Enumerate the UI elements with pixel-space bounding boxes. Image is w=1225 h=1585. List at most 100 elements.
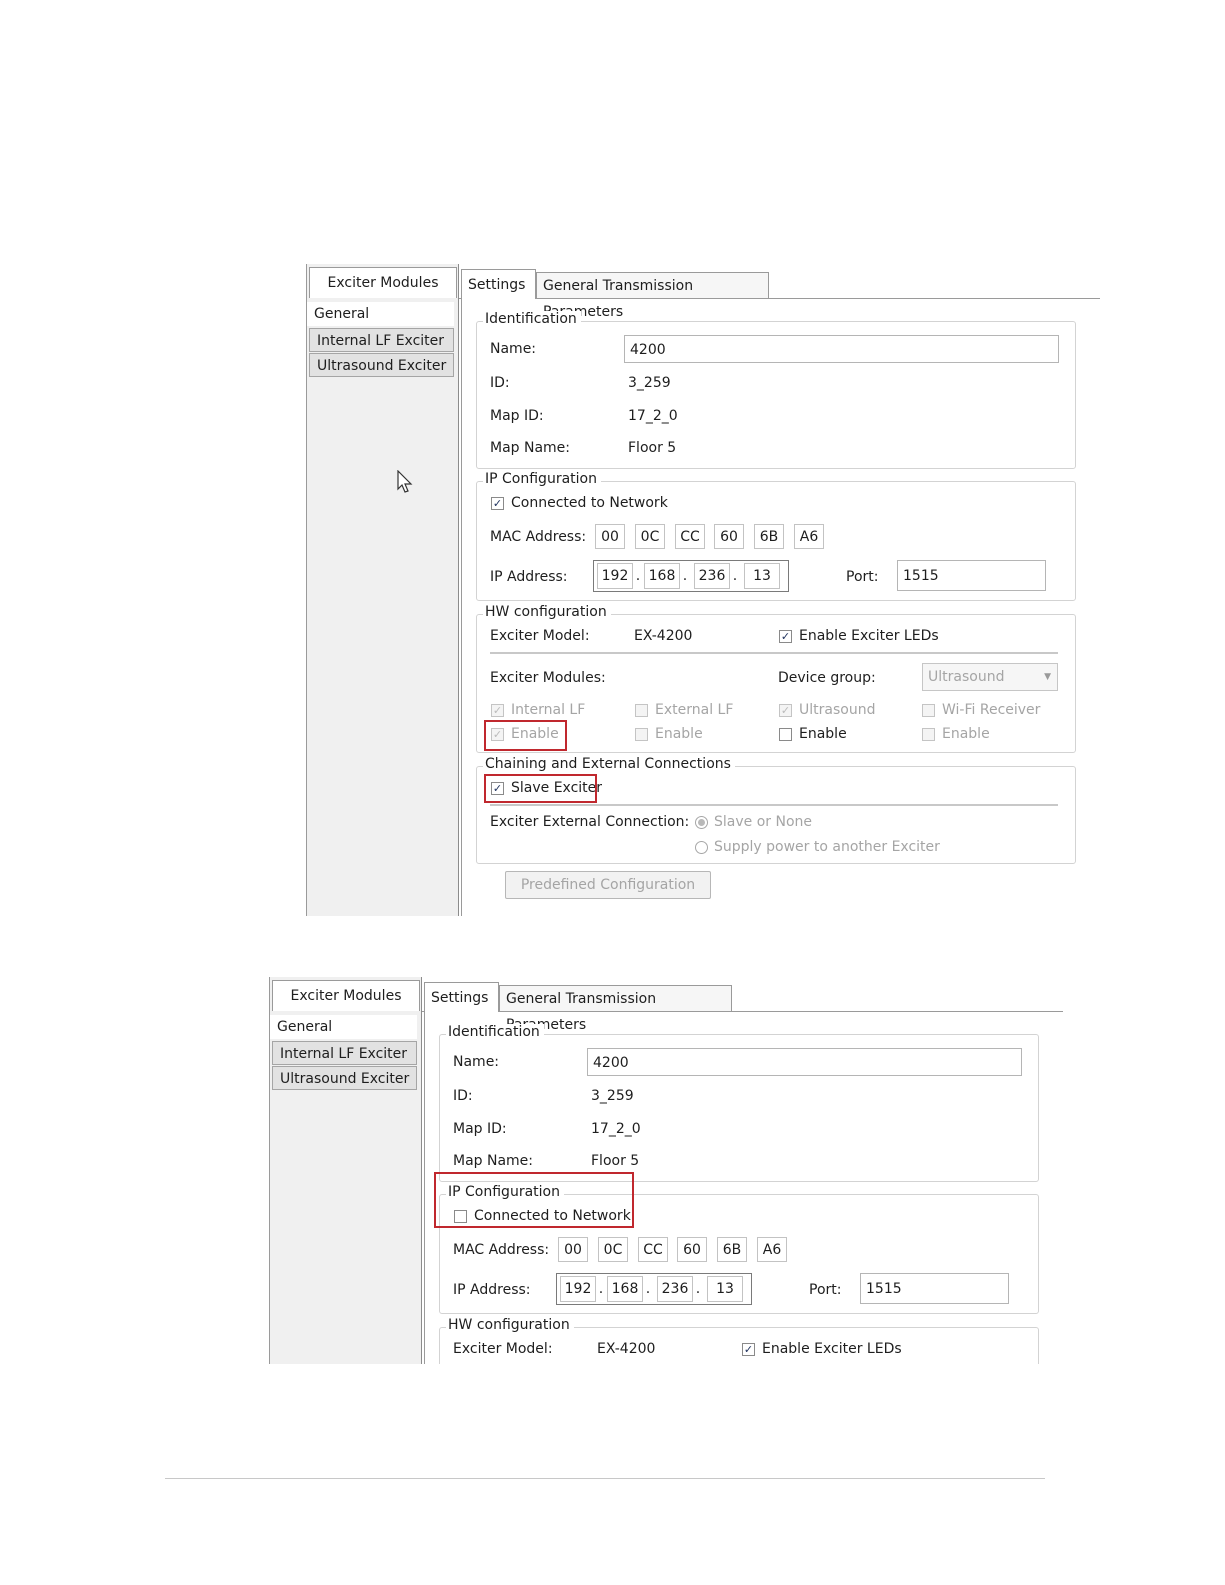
name-input[interactable]: 4200 bbox=[624, 335, 1059, 363]
supply-power-label: Supply power to another Exciter bbox=[714, 839, 940, 855]
settings-content: Identification Name: 4200 ID: 3_259 Map … bbox=[424, 1012, 1063, 1364]
mac-octet-1[interactable]: 00 bbox=[595, 524, 625, 549]
hw-configuration-group: HW configuration Exciter Model: EX-4200 … bbox=[476, 604, 1076, 753]
name-input[interactable]: 4200 bbox=[587, 1048, 1022, 1076]
enable-exciter-leds-checkbox[interactable]: ✓ bbox=[779, 630, 792, 643]
settings-panel: Settings General Transmission Parameters… bbox=[422, 977, 1063, 1364]
id-value: 3_259 bbox=[628, 375, 671, 391]
mac-octet-2[interactable]: 0C bbox=[598, 1237, 628, 1262]
ultrasound-checkbox[interactable]: ✓ bbox=[779, 704, 792, 717]
sidebar-item-internal-lf-exciter[interactable]: Internal LF Exciter bbox=[272, 1041, 417, 1065]
ip-address-label: IP Address: bbox=[490, 569, 568, 585]
settings-panel: Settings General Transmission Parameters… bbox=[459, 264, 1100, 916]
sidebar-item-internal-lf-exciter[interactable]: Internal LF Exciter bbox=[309, 328, 454, 352]
connected-to-network-checkbox[interactable]: ✓ bbox=[491, 497, 504, 510]
ip-octet-4[interactable]: 13 bbox=[744, 563, 780, 589]
tab-settings[interactable]: Settings bbox=[461, 269, 536, 299]
ip-octet-2[interactable]: 168 bbox=[644, 563, 680, 589]
mac-octet-4[interactable]: 60 bbox=[714, 524, 744, 549]
wifi-receiver-label: Wi-Fi Receiver bbox=[942, 702, 1041, 718]
internal-lf-checkbox[interactable]: ✓ bbox=[491, 704, 504, 717]
map-id-value: 17_2_0 bbox=[628, 408, 678, 424]
device-group-dropdown[interactable]: Ultrasound ▼ bbox=[922, 663, 1058, 691]
tab-general-transmission-parameters[interactable]: General Transmission Parameters bbox=[499, 985, 732, 1033]
wifi-receiver-checkbox[interactable] bbox=[922, 704, 935, 717]
settings-content: Identification Name: 4200 ID: 3_259 Map … bbox=[461, 299, 1100, 916]
port-label: Port: bbox=[846, 569, 879, 585]
mac-octet-6[interactable]: A6 bbox=[757, 1237, 787, 1262]
predefined-configuration-button[interactable]: Predefined Configuration bbox=[505, 871, 711, 899]
map-id-value: 17_2_0 bbox=[591, 1121, 641, 1137]
identification-group: Identification Name: 4200 ID: 3_259 Map … bbox=[476, 311, 1076, 469]
chaining-group: Chaining and External Connections ✓ Slav… bbox=[476, 756, 1076, 864]
enable-exciter-leds-label: Enable Exciter LEDs bbox=[762, 1341, 902, 1357]
highlight-box bbox=[484, 774, 597, 803]
mac-octet-1[interactable]: 00 bbox=[558, 1237, 588, 1262]
mac-octet-6[interactable]: A6 bbox=[794, 524, 824, 549]
mouse-pointer-icon bbox=[397, 470, 413, 493]
map-name-value: Floor 5 bbox=[591, 1153, 640, 1169]
mac-address-label: MAC Address: bbox=[453, 1242, 550, 1258]
enable-exciter-leds-label: Enable Exciter LEDs bbox=[799, 628, 939, 644]
exciter-modules-label: Exciter Modules: bbox=[490, 670, 606, 686]
external-lf-enable-label: Enable bbox=[655, 726, 703, 742]
exciter-modules-sidebar: Exciter Modules General Internal LF Exci… bbox=[306, 264, 459, 916]
external-lf-label: External LF bbox=[655, 702, 734, 718]
ip-octet-3[interactable]: 236 bbox=[657, 1276, 693, 1302]
mac-octet-5[interactable]: 6B bbox=[717, 1237, 747, 1262]
internal-lf-label: Internal LF bbox=[511, 702, 586, 718]
settings-screenshot-bottom: Exciter Modules General Internal LF Exci… bbox=[269, 977, 1063, 1364]
ip-octet-3[interactable]: 236 bbox=[694, 563, 730, 589]
hw-configuration-legend: HW configuration bbox=[446, 1317, 574, 1333]
map-name-label: Map Name: bbox=[490, 440, 571, 456]
identification-legend: Identification bbox=[446, 1024, 544, 1040]
exciter-model-value: EX-4200 bbox=[597, 1341, 656, 1357]
enable-exciter-leds-checkbox[interactable]: ✓ bbox=[742, 1343, 755, 1356]
mac-octet-3[interactable]: CC bbox=[675, 524, 705, 549]
map-name-label: Map Name: bbox=[453, 1153, 534, 1169]
exciter-model-label: Exciter Model: bbox=[490, 628, 590, 644]
ultrasound-enable-label: Enable bbox=[799, 726, 847, 742]
sidebar-header: Exciter Modules bbox=[272, 980, 420, 1011]
tab-settings[interactable]: Settings bbox=[424, 982, 499, 1012]
exciter-model-label: Exciter Model: bbox=[453, 1341, 553, 1357]
id-value: 3_259 bbox=[591, 1088, 634, 1104]
ip-octet-4[interactable]: 13 bbox=[707, 1276, 743, 1302]
chevron-down-icon: ▼ bbox=[1044, 672, 1051, 682]
slave-or-none-radio[interactable] bbox=[695, 816, 708, 829]
ip-octet-2[interactable]: 168 bbox=[607, 1276, 643, 1302]
hw-configuration-legend: HW configuration bbox=[483, 604, 611, 620]
slave-or-none-label: Slave or None bbox=[714, 814, 812, 830]
footer-divider bbox=[165, 1478, 1045, 1479]
id-label: ID: bbox=[453, 1088, 473, 1104]
sidebar-item-general[interactable]: General bbox=[307, 302, 454, 326]
supply-power-radio[interactable] bbox=[695, 841, 708, 854]
port-input[interactable]: 1515 bbox=[897, 560, 1046, 591]
external-lf-enable-checkbox[interactable] bbox=[635, 728, 648, 741]
mac-octet-4[interactable]: 60 bbox=[677, 1237, 707, 1262]
wifi-receiver-enable-label: Enable bbox=[942, 726, 990, 742]
port-input[interactable]: 1515 bbox=[860, 1273, 1009, 1304]
exciter-modules-sidebar: Exciter Modules General Internal LF Exci… bbox=[269, 977, 422, 1364]
wifi-receiver-enable-checkbox[interactable] bbox=[922, 728, 935, 741]
map-name-value: Floor 5 bbox=[628, 440, 677, 456]
sidebar-item-general[interactable]: General bbox=[270, 1015, 417, 1039]
ip-octet-1[interactable]: 192 bbox=[560, 1276, 596, 1302]
ultrasound-enable-checkbox[interactable] bbox=[779, 728, 792, 741]
mac-octet-5[interactable]: 6B bbox=[754, 524, 784, 549]
chaining-legend: Chaining and External Connections bbox=[483, 756, 735, 772]
mac-octet-2[interactable]: 0C bbox=[635, 524, 665, 549]
ip-address-field: 192 . 168 . 236 . 13 bbox=[556, 1273, 752, 1305]
tab-general-transmission-parameters[interactable]: General Transmission Parameters bbox=[536, 272, 769, 320]
connected-to-network-label: Connected to Network bbox=[511, 495, 668, 511]
sidebar-item-ultrasound-exciter[interactable]: Ultrasound Exciter bbox=[272, 1066, 417, 1090]
name-label: Name: bbox=[490, 341, 537, 357]
ip-configuration-group: IP Configuration ✓ Connected to Network … bbox=[476, 471, 1076, 601]
port-label: Port: bbox=[809, 1282, 842, 1298]
ip-octet-1[interactable]: 192 bbox=[597, 563, 633, 589]
device-group-label: Device group: bbox=[778, 670, 876, 686]
sidebar-item-ultrasound-exciter[interactable]: Ultrasound Exciter bbox=[309, 353, 454, 377]
hw-configuration-group: HW configuration Exciter Model: EX-4200 … bbox=[439, 1317, 1039, 1364]
external-lf-checkbox[interactable] bbox=[635, 704, 648, 717]
mac-octet-3[interactable]: CC bbox=[638, 1237, 668, 1262]
